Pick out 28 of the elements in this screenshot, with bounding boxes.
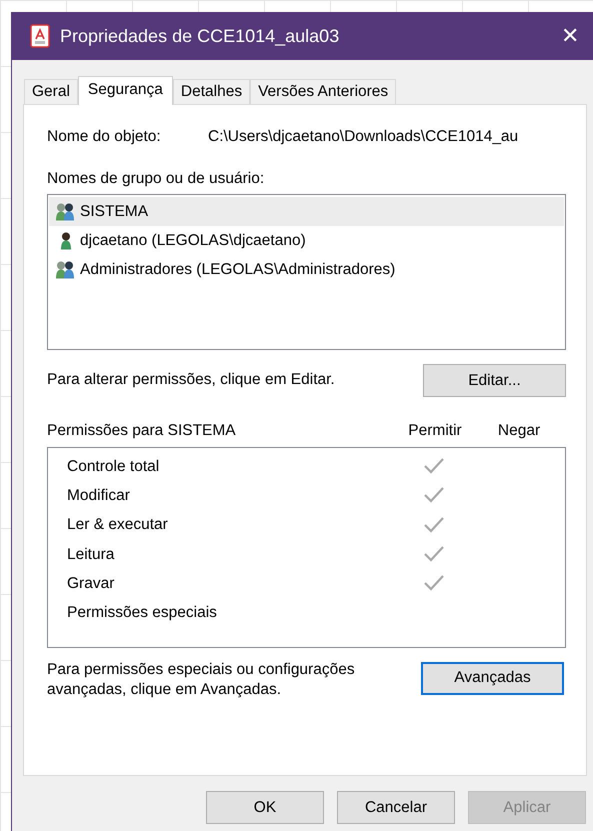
- section-label: Permissões para SISTEMA: [47, 421, 236, 442]
- user-item[interactable]: djcaetano (LEGOLAS\djcaetano): [49, 226, 564, 256]
- field-label: Nome do objeto:: [47, 127, 162, 147]
- dialog-button[interactable]: OK: [206, 791, 324, 824]
- tab[interactable]: Geral: [24, 79, 78, 104]
- close-button[interactable]: ✕: [547, 12, 593, 60]
- user-item[interactable]: SISTEMA: [49, 197, 564, 226]
- edit-button[interactable]: Editar...: [423, 364, 566, 398]
- hint-text: Para alterar permissões, clique em Editar.: [47, 370, 335, 390]
- tab[interactable]: Versões Anteriores: [250, 79, 396, 104]
- window-title: Propriedades de CCE1014_aula03: [60, 24, 340, 48]
- user-item[interactable]: Administradores (LEGOLAS\Administradores): [49, 255, 564, 284]
- column-header: Negar: [496, 421, 542, 442]
- permission-row[interactable]: Ler & executar: [48, 510, 565, 540]
- permission-row[interactable]: Gravar: [48, 568, 565, 598]
- dialog-button[interactable]: Cancelar: [337, 791, 455, 824]
- column-header: Permitir: [407, 421, 463, 442]
- object-path: C:\Users\djcaetano\Downloads\CCE1014_au: [208, 127, 518, 147]
- permission-row[interactable]: Leitura: [48, 539, 565, 569]
- section-label: Nomes de grupo ou de usuário:: [47, 170, 264, 187]
- tab[interactable]: Detalhes: [172, 79, 250, 104]
- permission-row[interactable]: Controle total: [48, 452, 565, 481]
- tab[interactable]: Segurança: [78, 76, 173, 105]
- permission-row[interactable]: Modificar: [48, 480, 565, 510]
- hint-text: Para permissões especiais ou configurações avançadas, clique em Avançadas.: [47, 660, 356, 700]
- permission-row[interactable]: Permissões especiais: [48, 598, 565, 628]
- advanced-button[interactable]: Avançadas: [421, 662, 564, 694]
- pdf-file-icon: [30, 24, 50, 48]
